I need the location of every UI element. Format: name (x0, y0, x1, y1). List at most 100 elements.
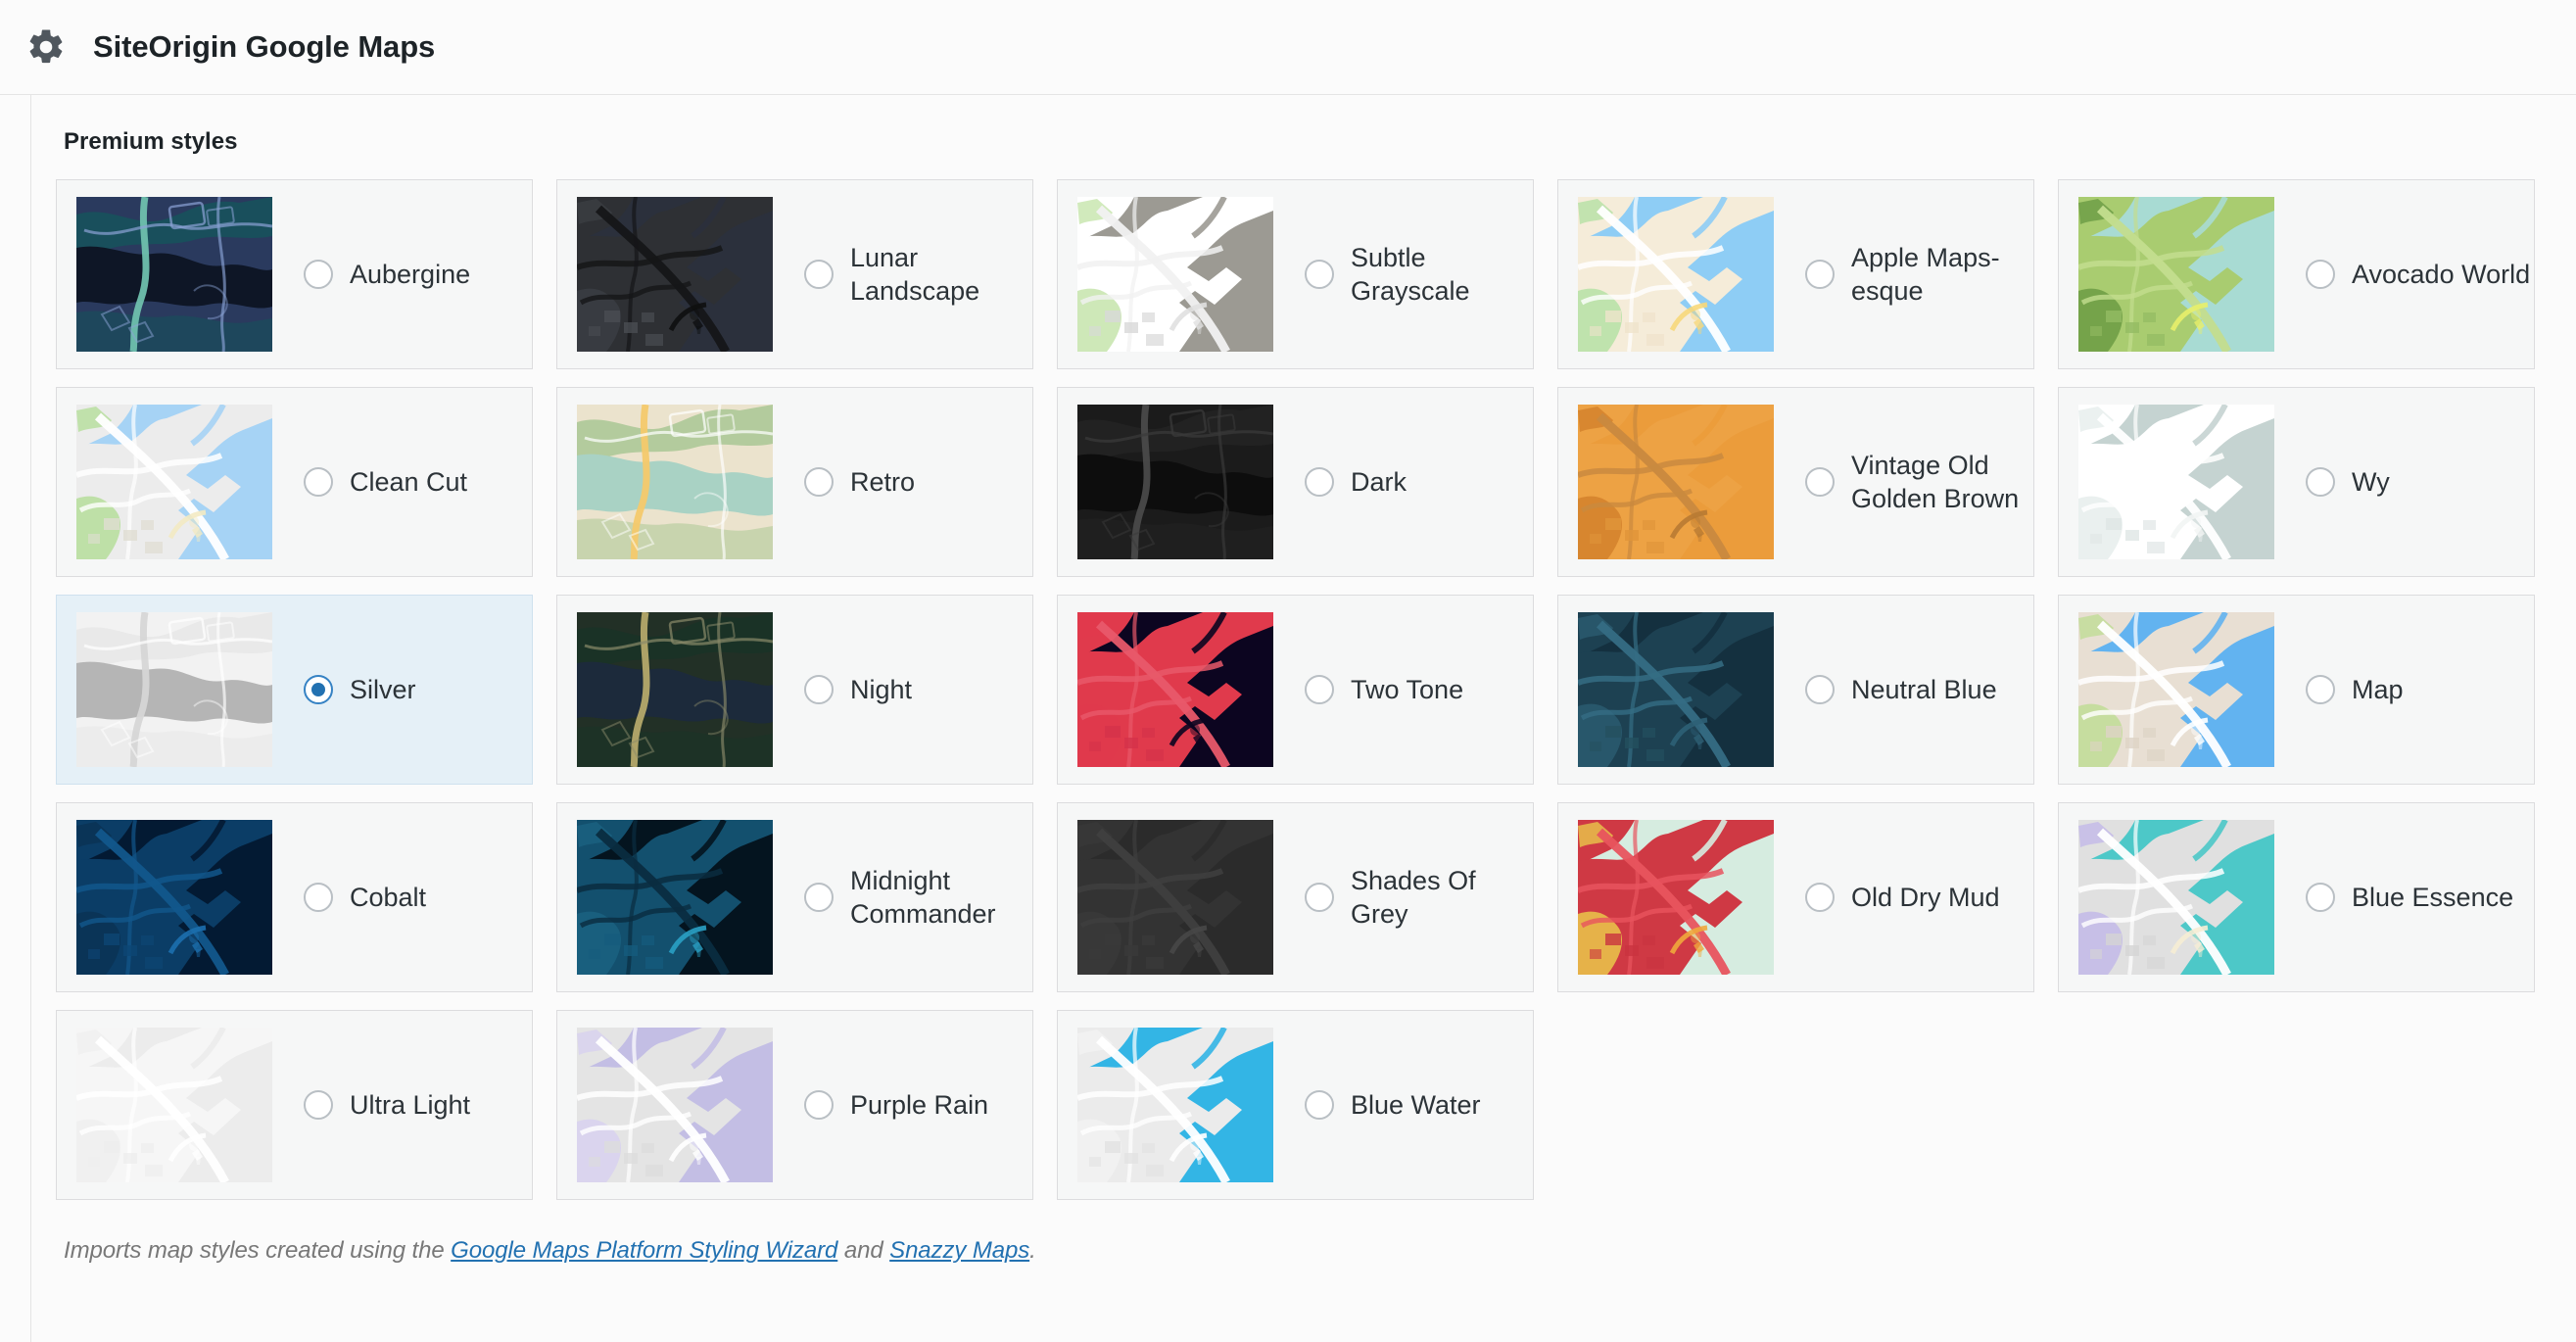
snazzy-maps-link[interactable]: Snazzy Maps (889, 1237, 1029, 1264)
style-radio[interactable] (2306, 882, 2335, 912)
style-card[interactable]: Dark (1057, 387, 1534, 577)
styling-wizard-link[interactable]: Google Maps Platform Styling Wizard (451, 1237, 837, 1264)
style-choice[interactable]: Apple Maps-esque (1805, 241, 2033, 308)
style-label: Blue Essence (2352, 882, 2514, 912)
style-card[interactable]: Aubergine (56, 179, 533, 369)
style-radio[interactable] (2306, 259, 2335, 289)
style-radio[interactable] (1305, 466, 1334, 497)
style-card[interactable]: Neutral Blue (1557, 595, 2034, 785)
style-label: Silver (350, 674, 416, 704)
style-choice[interactable]: Blue Water (1305, 1088, 1533, 1122)
style-card[interactable]: Avocado World (2058, 179, 2535, 369)
style-radio[interactable] (304, 674, 333, 704)
style-thumbnail (1578, 612, 1774, 767)
style-radio[interactable] (804, 466, 834, 497)
style-card[interactable]: Vintage Old Golden Brown (1557, 387, 2034, 577)
style-radio[interactable] (1305, 883, 1334, 912)
style-thumbnail (577, 405, 773, 559)
style-radio[interactable] (2306, 674, 2335, 704)
style-thumbnail (1077, 612, 1273, 767)
style-radio[interactable] (804, 883, 834, 912)
style-card[interactable]: Subtle Grayscale (1057, 179, 1534, 369)
style-choice[interactable]: Neutral Blue (1805, 673, 2033, 706)
style-label: Cobalt (350, 882, 427, 912)
style-label: Wy (2352, 466, 2390, 497)
style-choice[interactable]: Silver (304, 673, 532, 706)
style-choice[interactable]: Two Tone (1305, 673, 1533, 706)
style-radio[interactable] (1805, 674, 1835, 704)
settings-panel: Premium styles Aubergine Lunar Landscape… (30, 95, 2576, 1342)
style-choice[interactable]: Night (804, 673, 1032, 706)
style-card[interactable]: Midnight Commander (556, 802, 1033, 992)
style-label: Old Dry Mud (1851, 882, 2000, 912)
style-card[interactable]: Lunar Landscape (556, 179, 1033, 369)
style-radio[interactable] (304, 882, 333, 912)
style-label: Aubergine (350, 259, 471, 289)
style-radio[interactable] (804, 1089, 834, 1120)
style-radio[interactable] (1805, 467, 1835, 497)
style-card[interactable]: Two Tone (1057, 595, 1534, 785)
style-label: Subtle Grayscale (1351, 242, 1470, 306)
style-radio[interactable] (1805, 882, 1835, 912)
style-card[interactable]: Blue Water (1057, 1010, 1534, 1200)
style-card[interactable]: Wy (2058, 387, 2535, 577)
style-radio[interactable] (304, 1089, 333, 1120)
style-card[interactable]: Apple Maps-esque (1557, 179, 2034, 369)
style-choice[interactable]: Purple Rain (804, 1088, 1032, 1122)
style-choice[interactable]: Aubergine (304, 258, 532, 291)
style-choice[interactable]: Clean Cut (304, 465, 532, 499)
style-radio[interactable] (1805, 260, 1835, 289)
style-label: Retro (850, 466, 916, 497)
style-radio[interactable] (804, 260, 834, 289)
style-choice[interactable]: Retro (804, 465, 1032, 499)
style-choice[interactable]: Old Dry Mud (1805, 881, 2033, 914)
style-thumbnail (577, 820, 773, 975)
style-thumbnail (577, 197, 773, 352)
page-title: SiteOrigin Google Maps (93, 29, 436, 64)
style-label: Neutral Blue (1851, 674, 1997, 704)
style-label: Dark (1351, 466, 1407, 497)
style-radio[interactable] (804, 674, 834, 704)
style-radio[interactable] (304, 466, 333, 497)
style-card[interactable]: Cobalt (56, 802, 533, 992)
style-card[interactable]: Map (2058, 595, 2535, 785)
style-card[interactable]: Blue Essence (2058, 802, 2535, 992)
gear-icon (25, 26, 67, 68)
style-card[interactable]: Retro (556, 387, 1033, 577)
style-radio[interactable] (2306, 466, 2335, 497)
style-choice[interactable]: Ultra Light (304, 1088, 532, 1122)
style-thumbnail (1578, 820, 1774, 975)
style-radio[interactable] (1305, 260, 1334, 289)
style-label: Lunar Landscape (850, 242, 980, 306)
style-label: Blue Water (1351, 1089, 1481, 1120)
style-radio[interactable] (304, 259, 333, 289)
style-choice[interactable]: Dark (1305, 465, 1533, 499)
style-card[interactable]: Ultra Light (56, 1010, 533, 1200)
style-thumbnail (2078, 820, 2274, 975)
style-radio[interactable] (1305, 674, 1334, 704)
style-label: Avocado World (2352, 259, 2531, 289)
style-label: Clean Cut (350, 466, 468, 497)
style-choice[interactable]: Shades Of Grey (1305, 864, 1533, 931)
style-thumbnail (76, 1028, 272, 1182)
style-choice[interactable]: Subtle Grayscale (1305, 241, 1533, 308)
style-choice[interactable]: Lunar Landscape (804, 241, 1032, 308)
style-choice[interactable]: Blue Essence (2306, 881, 2534, 914)
style-choice[interactable]: Cobalt (304, 881, 532, 914)
style-label: Ultra Light (350, 1089, 471, 1120)
section-title: Premium styles (64, 128, 238, 155)
style-choice[interactable]: Avocado World (2306, 258, 2534, 291)
style-card[interactable]: Shades Of Grey (1057, 802, 1534, 992)
style-card[interactable]: Purple Rain (556, 1010, 1033, 1200)
footer-text-after: . (1029, 1237, 1036, 1264)
style-thumbnail (1077, 1028, 1273, 1182)
style-choice[interactable]: Vintage Old Golden Brown (1805, 449, 2033, 515)
style-card[interactable]: Night (556, 595, 1033, 785)
style-radio[interactable] (1305, 1089, 1334, 1120)
style-choice[interactable]: Map (2306, 673, 2534, 706)
style-card[interactable]: Clean Cut (56, 387, 533, 577)
style-card[interactable]: Silver (56, 595, 533, 785)
style-choice[interactable]: Wy (2306, 465, 2534, 499)
style-choice[interactable]: Midnight Commander (804, 864, 1032, 931)
style-card[interactable]: Old Dry Mud (1557, 802, 2034, 992)
